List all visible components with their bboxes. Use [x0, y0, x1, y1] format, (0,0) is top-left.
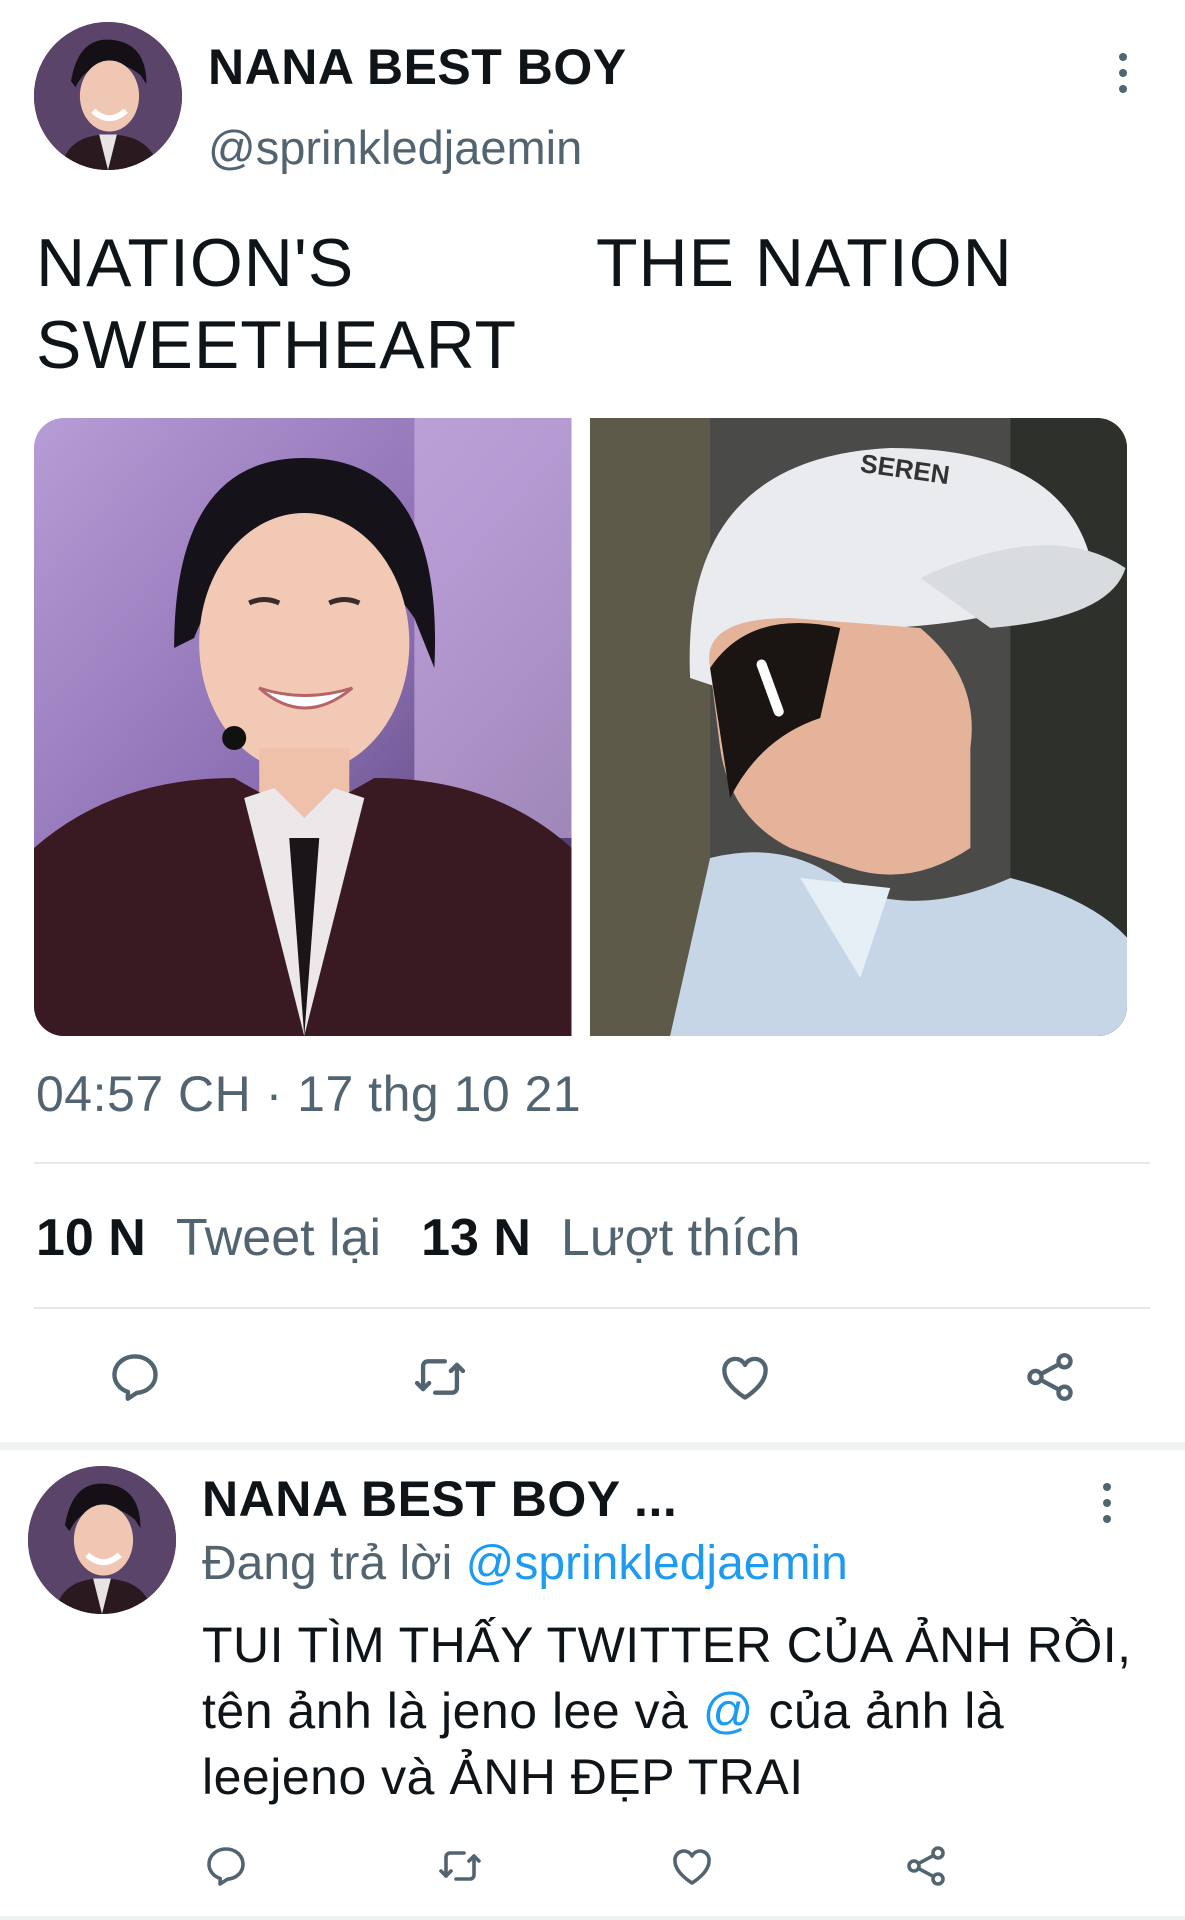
reply-button[interactable]	[198, 1838, 254, 1894]
action-bar	[0, 1342, 1185, 1414]
avatar-image	[34, 22, 182, 170]
share-icon	[1027, 1353, 1073, 1401]
divider	[0, 1916, 1185, 1920]
likes-count[interactable]: 13 N	[421, 1208, 531, 1268]
section-divider	[0, 1442, 1185, 1450]
tweet-detail-page: NANA BEST BOY @sprinkledjaemin NATION'S …	[0, 0, 1185, 1920]
photo-right[interactable]: SEREN	[589, 418, 1127, 1036]
more-vertical-icon[interactable]	[1097, 1480, 1117, 1526]
reply-text: TUI TÌM THẤY TWITTER CỦA ẢNH RỒI, tên ản…	[202, 1612, 1142, 1810]
avatar[interactable]	[28, 1466, 176, 1614]
share-button[interactable]	[898, 1838, 954, 1894]
tweet-text-right: THE NATION	[596, 225, 1013, 301]
heart-icon	[673, 1849, 711, 1885]
reply-action-bar	[0, 1838, 1185, 1898]
reply-text-mention[interactable]: @	[703, 1683, 754, 1739]
like-button[interactable]	[710, 1342, 780, 1412]
timestamp[interactable]: 04:57 CH · 17 thg 10 21	[36, 1065, 581, 1123]
avatar[interactable]	[34, 22, 182, 170]
media-grid: SEREN	[34, 418, 1127, 1036]
tweet-text: NATION'S SWEETHEART THE NATION	[36, 222, 1012, 386]
heart-icon	[722, 1356, 768, 1400]
replying-to-mention[interactable]: @sprinkledjaemin	[466, 1537, 848, 1590]
share-icon	[907, 1846, 945, 1886]
replying-to: Đang trả lời @sprinkledjaemin	[202, 1536, 848, 1591]
retweets-label[interactable]: Tweet lại	[176, 1208, 381, 1268]
retweet-icon	[414, 1359, 466, 1395]
avatar-image	[28, 1466, 176, 1614]
retweet-button[interactable]	[432, 1838, 488, 1894]
likes-label[interactable]: Lượt thích	[561, 1208, 800, 1268]
reply-icon	[207, 1847, 245, 1886]
reply-display-name[interactable]: NANA BEST BOY ...	[202, 1470, 677, 1528]
retweet-icon	[439, 1851, 481, 1881]
more-vertical-icon[interactable]	[1113, 50, 1133, 96]
divider	[34, 1162, 1150, 1164]
handle[interactable]: @sprinkledjaemin	[208, 120, 582, 175]
replying-prefix: Đang trả lời	[202, 1537, 453, 1590]
tweet-stats: 10 N Tweet lại 13 N Lượt thích	[36, 1208, 840, 1268]
tweet-text-left: NATION'S SWEETHEART	[36, 225, 518, 383]
main-tweet: NANA BEST BOY @sprinkledjaemin NATION'S …	[0, 0, 1185, 1442]
retweets-count[interactable]: 10 N	[36, 1208, 146, 1268]
retweet-button[interactable]	[405, 1342, 475, 1412]
photo-left[interactable]	[34, 418, 572, 1036]
divider	[34, 1307, 1150, 1309]
like-button[interactable]	[664, 1838, 720, 1894]
display-name[interactable]: NANA BEST BOY	[208, 38, 627, 96]
reply-icon	[112, 1354, 158, 1401]
reply-button[interactable]	[100, 1342, 170, 1412]
share-button[interactable]	[1015, 1342, 1085, 1412]
